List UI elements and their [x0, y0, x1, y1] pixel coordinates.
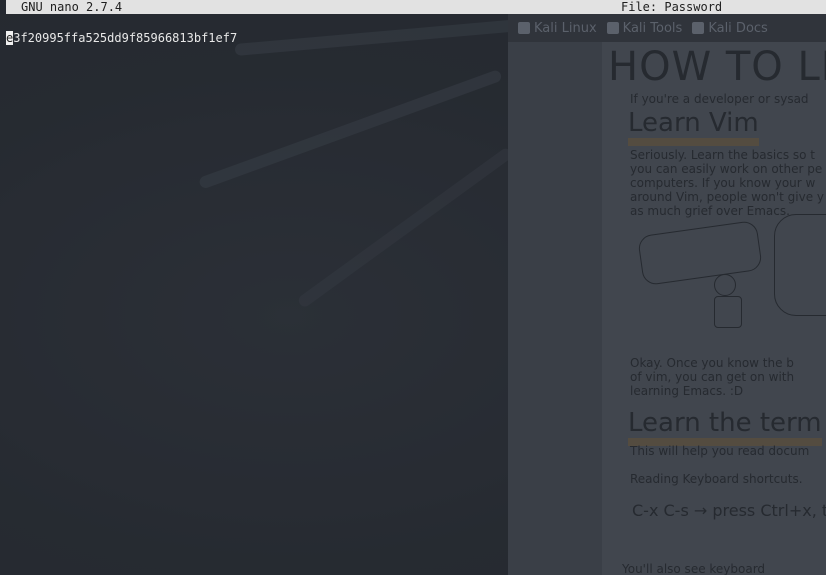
bookmark-kali-tools[interactable]: Kali Tools: [606, 20, 683, 36]
kali-tools-icon: [606, 22, 619, 34]
screen: Kali Linux Kali Tools Kali Docs HOW TO L…: [0, 0, 826, 575]
stick-figure-head: [714, 274, 736, 296]
keyboard-shortcut-diagram: C-x C-s → press Ctrl+x, then Ctrl+s: [632, 501, 826, 520]
nano-title-bar: GNU nano 2.7.4 File: Password: [6, 0, 826, 14]
kali-dragon-icon: [518, 22, 530, 34]
bookmark-label: Kali Linux: [534, 20, 597, 36]
comic-document: HOW TO LEA If you're a developer or sysa…: [602, 42, 826, 575]
speech-bubble: [774, 214, 826, 316]
doc-paragraph: Okay. Once you know the b of vim, you ca…: [630, 356, 795, 398]
editor-area[interactable]: [0, 14, 508, 575]
doc-paragraph: Seriously. Learn the basics so t you can…: [630, 148, 825, 218]
doc-paragraph: This will help you read docum Reading Ke…: [630, 444, 810, 486]
bookmark-kali-docs[interactable]: Kali Docs: [692, 21, 768, 36]
doc-heading-learn-terms: Learn the term: [628, 408, 822, 446]
doc-paragraph: You'll also see keyboard shortcuts like: [622, 562, 766, 575]
bookmarks-bar: Kali Linux Kali Tools Kali Docs: [508, 14, 826, 42]
kali-docs-icon: [692, 22, 705, 34]
doc-title: HOW TO LEA: [608, 44, 826, 90]
nano-file-name: File: Password: [621, 0, 723, 14]
speech-bubble: [637, 219, 763, 287]
bookmark-label: Kali Docs: [708, 20, 768, 36]
background-browser-window: Kali Linux Kali Tools Kali Docs HOW TO L…: [508, 14, 826, 575]
buffer-text: 3f20995ffa525dd9f85966813bf1ef7: [13, 31, 238, 45]
doc-heading-learn-vim: Learn Vim: [628, 108, 759, 146]
nano-version: GNU nano 2.7.4: [21, 0, 123, 14]
buffer-line-1[interactable]: e3f20995ffa525dd9f85966813bf1ef7: [6, 31, 237, 45]
nano-terminal[interactable]: e3f20995ffa525dd9f85966813bf1ef7: [0, 0, 508, 575]
doc-note: If you're a developer or sysad: [630, 92, 809, 106]
bookmark-label: Kali Tools: [622, 20, 683, 36]
bookmark-kali-linux[interactable]: Kali Linux: [518, 21, 597, 36]
stick-figure-body: [714, 296, 742, 328]
